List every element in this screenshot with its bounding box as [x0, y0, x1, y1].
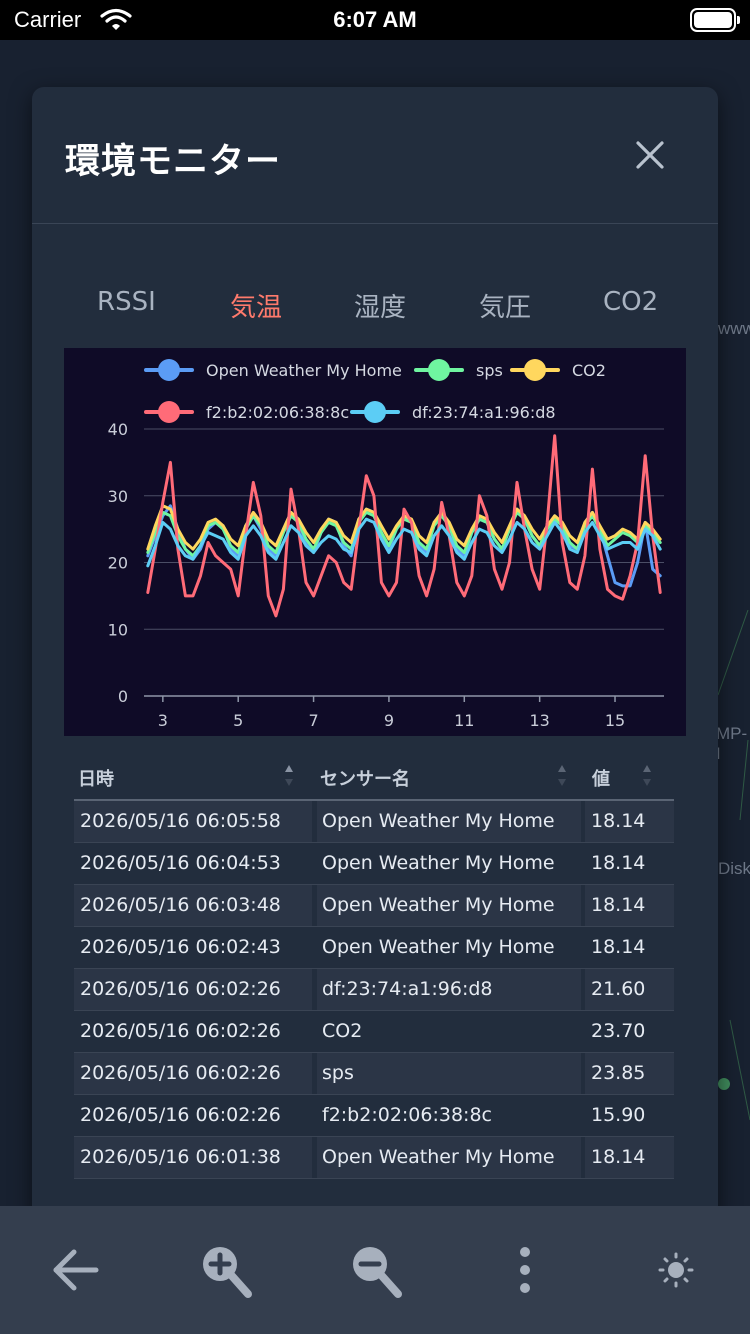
- table-row[interactable]: 2026/05/16 06:02:26 df:23:74:a1:96:d8 21.6…: [74, 969, 674, 1011]
- brightness-icon: [658, 1252, 694, 1288]
- cell-value: 23.85: [585, 1053, 674, 1094]
- zoom-in-icon: [203, 1247, 252, 1298]
- cell-datetime: 2026/05/16 06:04:53: [80, 852, 281, 874]
- table-header: 日時 センサー名 値: [74, 755, 674, 801]
- more-options-button[interactable]: [495, 1238, 555, 1302]
- arrow-left-icon: [53, 1249, 99, 1291]
- temperature-chart: 0 10 20 30 40 3 5 7 9 11 13 15 Open Weather My Home s…: [64, 348, 686, 736]
- legend-swatch-dot: [428, 359, 450, 381]
- x-tick-label: 13: [529, 711, 549, 730]
- close-button[interactable]: [628, 133, 672, 177]
- column-header-value[interactable]: 値: [592, 765, 610, 791]
- tab-temperature[interactable]: 気温: [230, 287, 282, 324]
- x-tick-label: 3: [158, 711, 168, 730]
- cell-value: 18.14: [585, 885, 674, 926]
- dialog-header: 環境モニター: [32, 87, 718, 224]
- cell-sensor: Open Weather My Home: [317, 1137, 581, 1178]
- cell-value: 18.14: [591, 936, 646, 958]
- legend-label: f2:b2:02:06:38:8c: [206, 403, 349, 422]
- legend-label: Open Weather My Home: [206, 361, 402, 380]
- brightness-button[interactable]: [646, 1238, 706, 1302]
- dialog-title: 環境モニター: [65, 142, 282, 182]
- cell-sensor: Open Weather My Home: [322, 852, 555, 874]
- readings-table: 日時 センサー名 値 2026/05/16 06:05:58 Open Weath…: [74, 755, 674, 1179]
- cell-datetime: 2026/05/16 06:02:26: [74, 969, 312, 1010]
- cell-datetime: 2026/05/16 06:02:26: [74, 1053, 312, 1094]
- legend-label: sps: [476, 361, 503, 380]
- table-row[interactable]: 2026/05/16 06:02:26 CO2 23.70: [74, 1011, 674, 1053]
- clock: 6:07 AM: [333, 7, 417, 32]
- battery-icon: [690, 8, 736, 32]
- tab-pressure[interactable]: 気圧: [479, 287, 531, 324]
- zoom-in-button[interactable]: [195, 1238, 255, 1302]
- table-row[interactable]: 2026/05/16 06:05:58 Open Weather My Home 1…: [74, 801, 674, 843]
- background-label-1: www: [718, 319, 750, 338]
- cell-sensor: f2:b2:02:06:38:8c: [322, 1104, 492, 1126]
- cell-sensor: df:23:74:a1:96:d8: [317, 969, 581, 1010]
- legend-label: CO2: [572, 361, 606, 380]
- chart-svg: 0 10 20 30 40 3 5 7 9 11 13 15 Open Weather My Home s…: [108, 359, 664, 730]
- table-body: 2026/05/16 06:05:58 Open Weather My Home 1…: [74, 801, 674, 1179]
- x-tick-label: 9: [384, 711, 394, 730]
- cell-datetime: 2026/05/16 06:03:48: [74, 885, 312, 926]
- legend-swatch-dot: [158, 401, 180, 423]
- table-row[interactable]: 2026/05/16 06:03:48 Open Weather My Home 1…: [74, 885, 674, 927]
- battery-tip: [737, 16, 740, 24]
- zoom-out-icon: [353, 1247, 402, 1298]
- cell-sensor: sps: [317, 1053, 581, 1094]
- sort-arrows-icon[interactable]: [558, 764, 568, 788]
- column-header-datetime[interactable]: 日時: [78, 765, 114, 791]
- zoom-out-button[interactable]: [345, 1238, 405, 1302]
- tab-co2[interactable]: CO2: [603, 287, 658, 317]
- x-tick-label: 7: [308, 711, 318, 730]
- cell-value: 18.14: [585, 801, 674, 842]
- sort-arrows-icon[interactable]: [285, 764, 295, 788]
- tab-humidity[interactable]: 湿度: [354, 287, 406, 324]
- cell-sensor: Open Weather My Home: [322, 936, 555, 958]
- cell-value: 15.90: [591, 1104, 646, 1126]
- y-tick-label: 10: [108, 620, 128, 639]
- environment-monitor-dialog: 環境モニター RSSI 気温 湿度 気圧 CO2 0 10 20 30 40 3 5 7 9 11…: [32, 87, 718, 1222]
- close-icon: [636, 141, 664, 169]
- legend-swatch-dot: [524, 359, 546, 381]
- tab-rssi[interactable]: RSSI: [97, 287, 156, 317]
- cell-value: 18.14: [591, 852, 646, 874]
- cell-value: 18.14: [585, 1137, 674, 1178]
- table-row[interactable]: 2026/05/16 06:01:38 Open Weather My Home 1…: [74, 1137, 674, 1179]
- y-tick-label: 20: [108, 554, 128, 573]
- status-bar: Carrier 6:07 AM: [0, 0, 750, 40]
- table-row[interactable]: 2026/05/16 06:02:26 f2:b2:02:06:38:8c 15.9…: [74, 1095, 674, 1137]
- cell-datetime: 2026/05/16 06:02:26: [80, 1020, 281, 1042]
- x-tick-label: 15: [605, 711, 625, 730]
- cell-sensor: Open Weather My Home: [317, 885, 581, 926]
- x-tick-label: 5: [233, 711, 243, 730]
- y-tick-label: 0: [118, 687, 128, 706]
- column-header-sensor[interactable]: センサー名: [320, 765, 410, 791]
- legend-label: df:23:74:a1:96:d8: [412, 403, 556, 422]
- sort-arrows-icon[interactable]: [643, 764, 653, 788]
- x-tick-label: 11: [454, 711, 474, 730]
- table-row[interactable]: 2026/05/16 06:02:26 sps 23.85: [74, 1053, 674, 1095]
- y-tick-label: 30: [108, 487, 128, 506]
- cell-sensor: Open Weather My Home: [317, 801, 581, 842]
- back-button[interactable]: [46, 1238, 106, 1302]
- legend-swatch-dot: [158, 359, 180, 381]
- y-tick-label: 40: [108, 420, 128, 439]
- cell-value: 23.70: [591, 1020, 646, 1042]
- cell-datetime: 2026/05/16 06:02:43: [80, 936, 281, 958]
- legend-swatch-dot: [364, 401, 386, 423]
- table-row[interactable]: 2026/05/16 06:02:43 Open Weather My Home 1…: [74, 927, 674, 969]
- cell-datetime: 2026/05/16 06:01:38: [74, 1137, 312, 1178]
- more-vertical-icon: [520, 1247, 530, 1293]
- cell-sensor: CO2: [322, 1020, 363, 1042]
- table-row[interactable]: 2026/05/16 06:04:53 Open Weather My Home 1…: [74, 843, 674, 885]
- cell-value: 21.60: [585, 969, 674, 1010]
- cell-datetime: 2026/05/16 06:05:58: [74, 801, 312, 842]
- cell-datetime: 2026/05/16 06:02:26: [80, 1104, 281, 1126]
- metric-tabs: RSSI 気温 湿度 気圧 CO2: [32, 287, 718, 331]
